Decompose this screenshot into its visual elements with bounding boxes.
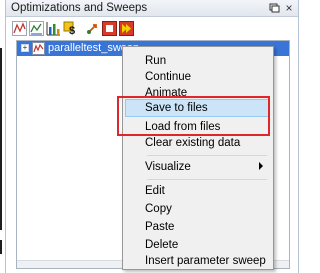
menu-item-label: Run: [145, 55, 167, 67]
menu-item-label: Load from files: [145, 121, 221, 133]
parameter-sweep-icon[interactable]: [12, 21, 27, 36]
dollar-sign-icon[interactable]: $: [63, 21, 78, 36]
menu-item-label: Continue: [145, 71, 192, 83]
bar-chart-icon[interactable]: [46, 21, 61, 36]
menu-item-edit[interactable]: Edit: [125, 182, 269, 200]
menu-item-label: Clear existing data: [145, 137, 241, 149]
menu-item-copy[interactable]: Copy: [125, 200, 269, 218]
menu-item-label: Delete: [145, 239, 179, 251]
menu-item-visualize[interactable]: Visualize: [125, 158, 269, 176]
menu-item-label: Save to files: [145, 102, 208, 114]
pin-icon[interactable]: [268, 2, 280, 14]
menu-item-paste[interactable]: Paste: [125, 218, 269, 236]
menu-separator: [147, 155, 267, 156]
left-dark-edge: [0, 48, 2, 230]
stop-icon[interactable]: [102, 21, 117, 36]
menu-item-label: Insert parameter sweep: [145, 255, 266, 267]
optimization-icon[interactable]: [29, 21, 44, 36]
context-menu: Run Continue Animate Save to files Load …: [122, 46, 274, 270]
panel-titlebar[interactable]: Optimizations and Sweeps ×: [6, 0, 298, 17]
menu-item-insert-parameter-sweep[interactable]: Insert parameter sweep: [125, 252, 269, 270]
menu-item-label: Paste: [145, 221, 175, 233]
menu-item-clear-existing-data[interactable]: Clear existing data: [125, 134, 269, 152]
menu-item-label: Animate: [145, 87, 188, 99]
svg-text:$: $: [69, 25, 75, 36]
menu-separator: [147, 179, 267, 180]
toolbar: $: [6, 18, 298, 38]
sweep-item-icon: [32, 42, 45, 55]
forward-icon[interactable]: [119, 21, 134, 36]
menu-item-label: Copy: [145, 203, 172, 215]
menu-item-save-to-files[interactable]: Save to files: [125, 99, 269, 117]
close-icon[interactable]: ×: [283, 2, 295, 14]
menu-item-label: Visualize: [145, 161, 191, 173]
menu-item-label: Edit: [145, 185, 165, 197]
expand-icon[interactable]: +: [21, 44, 29, 52]
run-icon[interactable]: [85, 21, 100, 36]
submenu-arrow-icon: [259, 162, 263, 170]
left-dark-edge-lower: [0, 240, 2, 254]
panel-title: Optimizations and Sweeps: [11, 2, 148, 14]
